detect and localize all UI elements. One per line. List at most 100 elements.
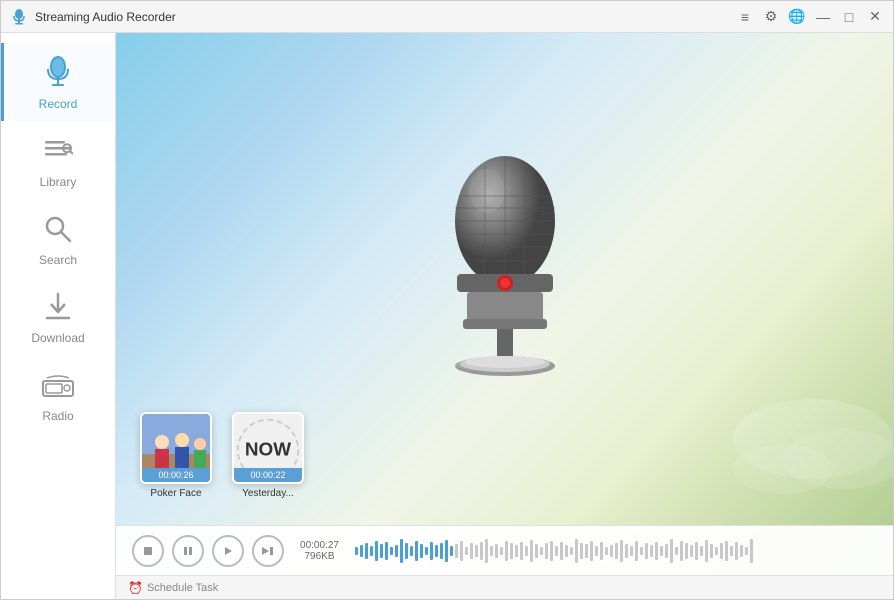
minimize-button[interactable]: — (813, 7, 833, 27)
wave-bar (650, 545, 653, 557)
wave-bar (385, 542, 388, 560)
recent-tracks: 00:00:26 Poker Face NOW (136, 412, 308, 499)
wave-bar (625, 544, 628, 558)
stop-button[interactable] (132, 535, 164, 567)
schedule-label[interactable]: Schedule Task (147, 582, 218, 594)
title-bar: Streaming Audio Recorder ≡ ⚙ 🌐 — □ ✕ (1, 1, 893, 33)
pause-button[interactable] (172, 535, 204, 567)
sidebar-item-radio[interactable]: Radio (1, 355, 115, 433)
sidebar-record-label: Record (39, 97, 78, 111)
wave-bar (440, 543, 443, 559)
wave-bar (640, 547, 643, 555)
track-name-poker-face: Poker Face (150, 488, 201, 499)
main-window: Streaming Audio Recorder ≡ ⚙ 🌐 — □ ✕ (0, 0, 894, 600)
wave-bar (665, 544, 668, 558)
sidebar-item-download[interactable]: Download (1, 277, 115, 355)
sidebar-download-label: Download (31, 331, 84, 345)
wave-bar (695, 542, 698, 560)
wave-bar (445, 540, 448, 562)
wave-bar (670, 539, 673, 563)
wave-bar (660, 546, 663, 556)
app-icon (9, 7, 29, 27)
wave-bar (690, 545, 693, 557)
svg-text:NOW: NOW (245, 440, 291, 461)
wave-bar (575, 539, 578, 563)
track-time-yesterday: 00:00:22 (234, 468, 302, 482)
wave-bar (500, 547, 503, 555)
wave-bar (410, 546, 413, 556)
library-icon (40, 133, 76, 169)
sidebar-item-library[interactable]: Library (1, 121, 115, 199)
wave-bar (395, 545, 398, 557)
radio-icon (40, 367, 76, 403)
wave-bar (610, 545, 613, 557)
microphone-svg (425, 136, 585, 396)
wave-bar (615, 543, 618, 559)
main-content: Record Library (1, 33, 893, 599)
search-icon (40, 211, 76, 247)
wave-bar (710, 544, 713, 558)
wave-bar (675, 547, 678, 555)
close-button[interactable]: ✕ (865, 7, 885, 27)
wave-bar (380, 544, 383, 558)
main-area: 00:00:26 Poker Face NOW (116, 33, 893, 599)
maximize-button[interactable]: □ (839, 7, 859, 27)
wave-bar (740, 545, 743, 557)
sidebar-library-label: Library (40, 175, 77, 189)
wave-bar (430, 542, 433, 560)
wave-bar (460, 541, 463, 561)
schedule-bar: ⏰ Schedule Task (116, 575, 893, 599)
wave-bar (535, 544, 538, 558)
wave-bar (570, 547, 573, 555)
wave-bar (705, 540, 708, 562)
decorative-clouds (693, 349, 893, 499)
wave-bar (680, 541, 683, 561)
sidebar-item-search[interactable]: Search (1, 199, 115, 277)
sidebar-radio-label: Radio (42, 409, 73, 423)
track-thumb-poker-face: 00:00:26 (140, 412, 212, 484)
record-icon (40, 55, 76, 91)
wave-bar (605, 547, 608, 555)
menu-button[interactable]: ≡ (735, 7, 755, 27)
track-thumb-yesterday: NOW 00:00:22 (232, 412, 304, 484)
wave-bar (580, 543, 583, 559)
wave-bar (645, 543, 648, 559)
wave-bar (745, 547, 748, 555)
settings-button[interactable]: ⚙ (761, 7, 781, 27)
wave-bar (515, 545, 518, 557)
wave-bar (635, 541, 638, 561)
player-bar: 00:00:27 796KB (116, 525, 893, 575)
wave-bar (485, 539, 488, 563)
wave-bar (425, 547, 428, 555)
wave-bar (525, 546, 528, 556)
wave-bar (555, 546, 558, 556)
wave-bar (520, 542, 523, 560)
web-button[interactable]: 🌐 (787, 7, 807, 27)
wave-bar (505, 541, 508, 561)
track-card-poker-face[interactable]: 00:00:26 Poker Face (136, 412, 216, 499)
play-button[interactable] (212, 535, 244, 567)
track-time-poker-face: 00:00:26 (142, 468, 210, 482)
track-card-yesterday[interactable]: NOW 00:00:22 Yesterday... (228, 412, 308, 499)
wave-bar (540, 547, 543, 555)
wave-bar (490, 546, 493, 556)
sidebar: Record Library (1, 33, 116, 599)
wave-bar (400, 539, 403, 563)
wave-bar (480, 542, 483, 560)
wave-bar (415, 541, 418, 561)
wave-bar (450, 546, 453, 556)
wave-bar (465, 547, 468, 555)
sidebar-item-record[interactable]: Record (1, 43, 115, 121)
wave-bar (360, 545, 363, 557)
sidebar-search-label: Search (39, 253, 77, 267)
wave-bar (530, 540, 533, 562)
track-name-yesterday: Yesterday... (242, 488, 294, 499)
wave-bar (590, 541, 593, 561)
wave-bar (545, 543, 548, 559)
wave-bar (470, 543, 473, 559)
wave-bar (700, 546, 703, 556)
wave-bar (565, 545, 568, 557)
wave-bar (455, 544, 458, 558)
wave-bar (750, 539, 753, 563)
skip-button[interactable] (252, 535, 284, 567)
